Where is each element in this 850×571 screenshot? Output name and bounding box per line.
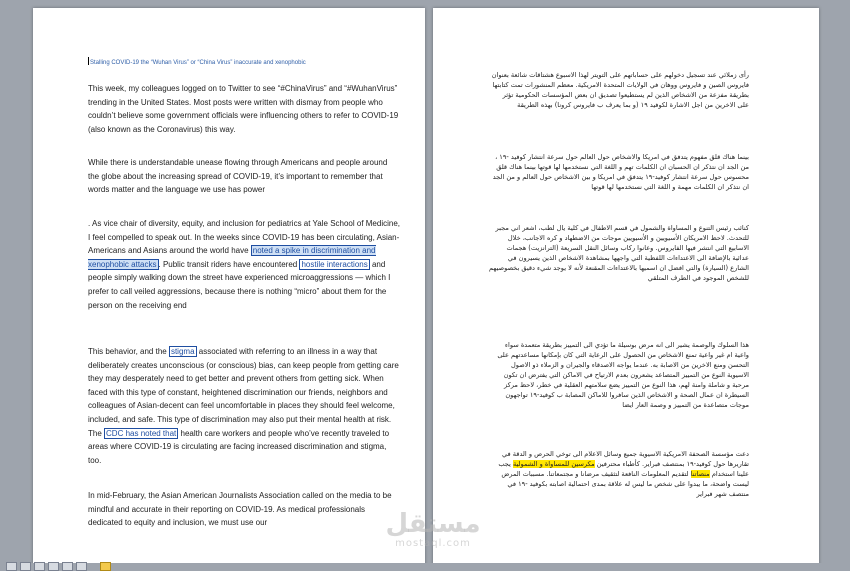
paragraph-5[interactable]: In mid-February, the Asian American Jour… xyxy=(88,489,400,530)
web-layout-icon[interactable] xyxy=(34,562,45,571)
active-view-icon[interactable] xyxy=(100,562,111,571)
arabic-highlight-equity: مكرسين للمساواة و الشمولية xyxy=(513,460,595,468)
paragraph-1[interactable]: This week, my colleagues logged on to Tw… xyxy=(88,82,400,136)
arabic-paragraph-4[interactable]: هذا السلوك والوصمة يشير الى انه مرض بوسي… xyxy=(489,340,749,410)
print-layout-icon[interactable] xyxy=(6,562,17,571)
link-cdc-noted[interactable]: CDC has noted that xyxy=(104,427,179,439)
link-hostile-interactions[interactable]: hostile interactions xyxy=(299,258,370,270)
watermark-logo: مستقل mostaql.com xyxy=(385,509,481,549)
link-stigma[interactable]: stigma xyxy=(168,346,197,357)
arabic-paragraph-5[interactable]: دعت مؤسسة الصحفة الامريكية الاسيوية جميع… xyxy=(489,449,749,499)
zoom-out-icon[interactable] xyxy=(76,562,87,571)
status-bar xyxy=(0,562,850,571)
arabic-highlight-platforms: منصاتنا xyxy=(690,470,710,478)
paragraph-3[interactable]: . As vice chair of diversity, equity, an… xyxy=(88,217,400,312)
document-title-line: Stalling COVID-19 the “Wuhan Virus” or “… xyxy=(88,57,306,66)
arabic-paragraph-1[interactable]: رأى زملائي عند تسجيل دخولهم على حساباتهم… xyxy=(489,70,749,110)
outline-view-icon[interactable] xyxy=(48,562,59,571)
document-page-right: رأى زملائي عند تسجيل دخولهم على حساباتهم… xyxy=(433,8,819,571)
text-cursor xyxy=(88,57,89,65)
paragraph-2[interactable]: While there is understandable unease flo… xyxy=(88,156,400,197)
document-page-left: Stalling COVID-19 the “Wuhan Virus” or “… xyxy=(33,8,425,571)
arabic-paragraph-2[interactable]: بينما هناك قلق مفهوم يتدفق في امريكا وال… xyxy=(489,152,749,192)
draft-view-icon[interactable] xyxy=(62,562,73,571)
paragraph-4[interactable]: This behavior, and the stigma associated… xyxy=(88,345,400,467)
arabic-paragraph-3[interactable]: كنائب رئيس التنوع و المساواة والشمول في … xyxy=(489,223,749,283)
full-screen-icon[interactable] xyxy=(20,562,31,571)
